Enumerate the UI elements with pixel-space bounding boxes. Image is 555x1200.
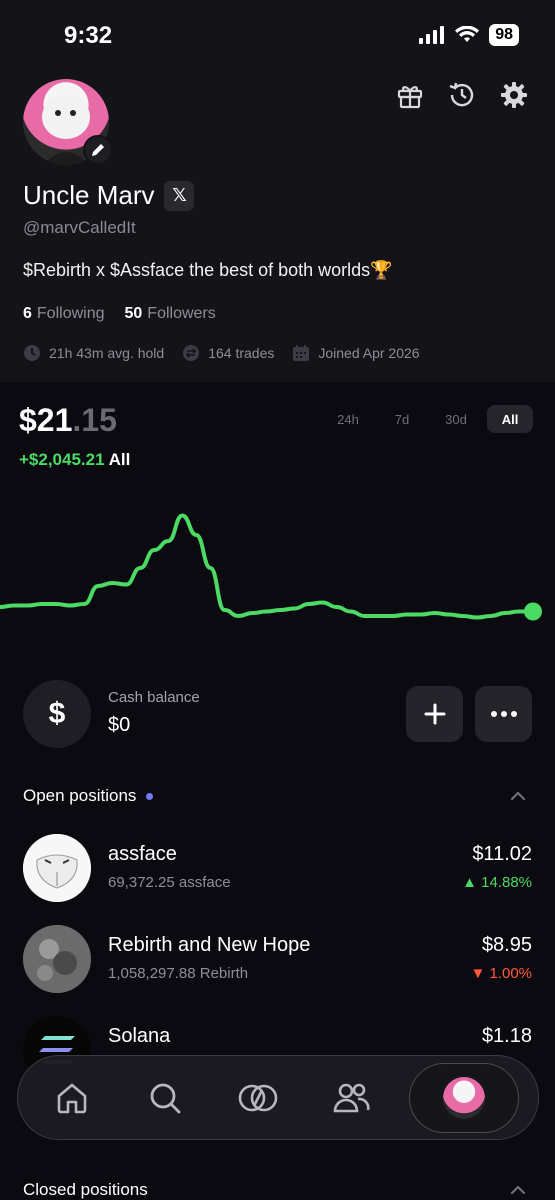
profile-meta: 21h 43m avg. hold 164 trades Joined Apr …: [23, 344, 420, 362]
range-tab-24h[interactable]: 24h: [325, 405, 371, 433]
rebirth-image: [23, 925, 91, 993]
home-icon: [58, 1083, 87, 1113]
new-indicator-dot: [146, 792, 154, 800]
battery-indicator: 98: [489, 24, 519, 46]
profile-header: Uncle Marv 𝕏 @marvCalledIt $Rebirth x $A…: [0, 74, 555, 382]
position-change: ▼ 1.00%: [470, 965, 532, 982]
rebirth-avatar: [23, 925, 91, 993]
followers-count: 50: [124, 305, 143, 322]
more-options-button[interactable]: [475, 686, 532, 742]
range-tab-7d[interactable]: 7d: [379, 405, 425, 433]
display-name: Uncle Marv: [23, 180, 155, 210]
more-icon: [490, 711, 517, 717]
profile-avatar-wrap[interactable]: [23, 79, 113, 165]
chart-series-line: [0, 513, 535, 620]
chart-endpoint: [524, 602, 542, 621]
portfolio-gain: +$2,045.21 All: [19, 450, 130, 470]
position-value: $8.95: [481, 934, 532, 956]
add-cash-button[interactable]: [406, 686, 463, 742]
nav-search[interactable]: [130, 1063, 200, 1133]
range-tab-30d[interactable]: 30d: [433, 405, 479, 433]
trades-text: 164 trades: [208, 345, 275, 361]
clock-icon: [24, 345, 40, 361]
avg-hold: 21h 43m avg. hold: [23, 344, 164, 362]
closed-positions-header[interactable]: Closed positions: [23, 1180, 148, 1200]
wifi-icon: [455, 26, 480, 42]
avg-hold-text: 21h 43m avg. hold: [49, 345, 165, 361]
trades-count: 164 trades: [182, 344, 274, 362]
x-link-button[interactable]: 𝕏: [164, 180, 195, 211]
swap-icon: [183, 345, 200, 361]
chevron-up-icon[interactable]: [509, 1181, 527, 1199]
user-bio: $Rebirth x $Assface the best of both wor…: [23, 260, 393, 280]
cash-value: $0: [108, 714, 131, 736]
profile-nav-avatar: [442, 1076, 485, 1119]
position-value: $11.02: [472, 843, 532, 865]
open-positions-header[interactable]: Open positions: [23, 786, 154, 806]
gift-button[interactable]: [395, 80, 425, 110]
status-bar: 9:32 98: [0, 0, 555, 74]
nav-trade[interactable]: [223, 1063, 293, 1133]
edit-avatar-button[interactable]: [83, 135, 113, 165]
trade-coins-icon: [238, 1084, 278, 1111]
following-label: Following: [36, 305, 105, 322]
bottom-nav: [17, 1055, 539, 1140]
search-icon: [150, 1083, 181, 1113]
plus-icon: [424, 703, 445, 725]
balance-cents: .15: [72, 402, 117, 438]
history-icon: [449, 82, 474, 107]
gift-icon: [397, 86, 423, 109]
gain-amount: +$2,045.21: [19, 450, 105, 469]
position-name: assface: [108, 843, 177, 865]
signal-icon: [419, 26, 445, 44]
follow-stats: 6 Following 50 Followers: [23, 305, 216, 323]
status-time: 9:32: [64, 22, 113, 49]
followers-stat[interactable]: 50 Followers: [125, 305, 216, 323]
portfolio-balance: $21.15: [19, 402, 117, 439]
balance-main: $21: [19, 402, 73, 438]
followers-label: Followers: [147, 305, 216, 322]
gear-icon: [501, 82, 527, 108]
chart-svg: [0, 513, 542, 621]
position-row[interactable]: Rebirth and New Hope 1,058,297.88 Rebirt…: [0, 925, 555, 995]
portfolio-chart[interactable]: [0, 478, 555, 658]
assface-avatar: [23, 834, 91, 902]
user-handle: @marvCalledIt: [23, 218, 136, 237]
position-change: ▲ 14.88%: [462, 874, 532, 891]
status-icons: 98: [419, 24, 519, 46]
chevron-up-icon[interactable]: [509, 787, 527, 805]
range-tab-all[interactable]: All: [487, 405, 533, 433]
nav-people[interactable]: [316, 1063, 386, 1133]
calendar-icon: [293, 345, 310, 361]
joined-text: Joined Apr 2026: [318, 345, 420, 361]
following-count: 6: [23, 305, 32, 322]
history-button[interactable]: [447, 80, 477, 110]
top-actions: [395, 80, 529, 110]
joined-date: Joined Apr 2026: [292, 344, 420, 362]
pencil-icon: [92, 144, 104, 156]
position-name: Rebirth and New Hope: [108, 934, 311, 956]
open-positions-title: Open positions: [23, 786, 137, 805]
name-row: Uncle Marv 𝕏: [23, 180, 195, 211]
closed-positions-title: Closed positions: [23, 1180, 148, 1199]
cash-icon: $: [23, 680, 91, 748]
nav-profile[interactable]: [408, 1062, 519, 1133]
position-amount: 69,372.25 assface: [108, 874, 231, 891]
settings-button[interactable]: [499, 80, 529, 110]
position-amount: 1,058,297.88 Rebirth: [108, 965, 249, 982]
nav-home[interactable]: [37, 1063, 107, 1133]
position-value: $1.18: [481, 1025, 532, 1047]
range-tabs: 24h 7d 30d All: [325, 405, 533, 433]
gain-period: All: [108, 450, 131, 469]
assface-image: [23, 834, 91, 902]
position-row[interactable]: assface 69,372.25 assface $11.02 ▲ 14.88…: [0, 834, 555, 904]
cash-label: Cash balance: [108, 689, 200, 706]
following-stat[interactable]: 6 Following: [23, 305, 105, 323]
position-name: Solana: [108, 1025, 171, 1047]
people-icon: [333, 1083, 370, 1112]
